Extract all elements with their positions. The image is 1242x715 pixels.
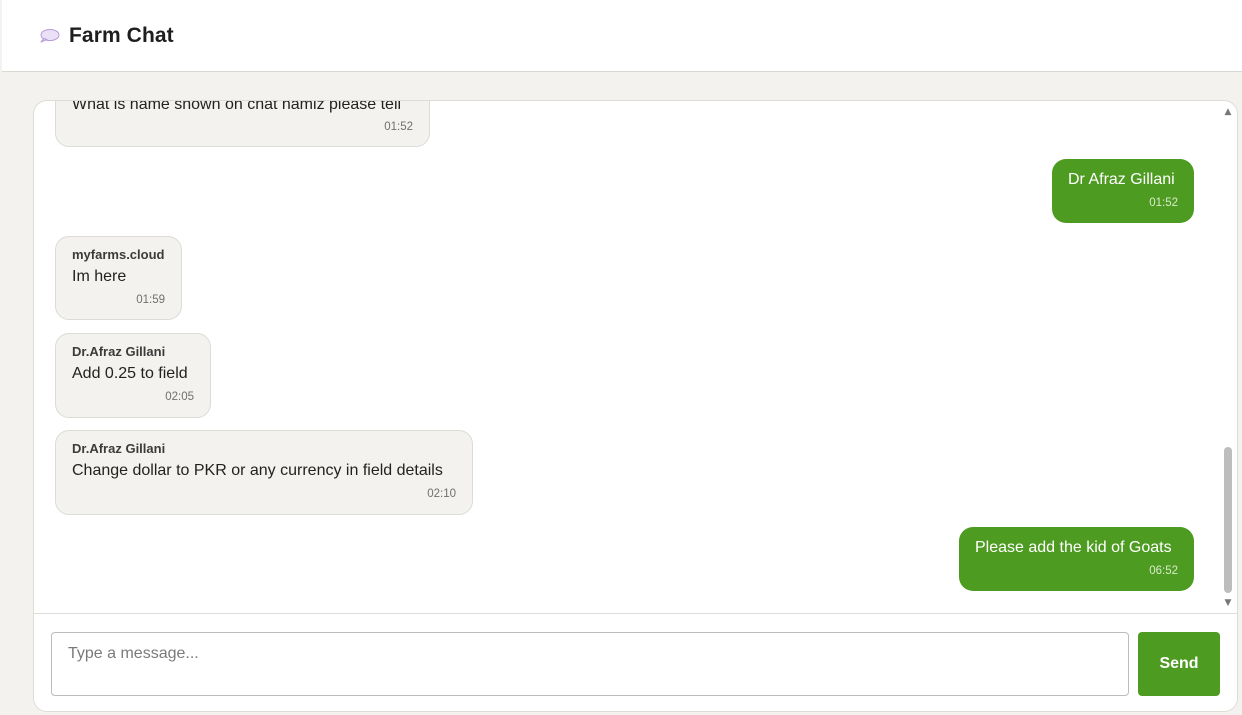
message-time: 06:52	[1149, 565, 1178, 577]
message-time: 02:05	[165, 391, 194, 403]
message-incoming: Dr.Afraz Gillani Change dollar to PKR or…	[55, 430, 473, 515]
message-time: 01:52	[384, 121, 413, 133]
message-incoming: Dr.Afraz Gillani Add 0.25 to field 02:05	[55, 333, 211, 418]
send-button[interactable]: Send	[1138, 632, 1220, 696]
message-sender: myfarms.cloud	[72, 247, 165, 262]
scroll-up-arrow-icon[interactable]: ▲	[1222, 107, 1234, 117]
app-title: Farm Chat	[69, 23, 174, 47]
message-input[interactable]	[51, 632, 1129, 696]
app-header: Farm Chat	[2, 0, 1242, 72]
message-outgoing: Please add the kid of Goats 06:52	[959, 527, 1194, 591]
message-text: Im here	[72, 268, 127, 285]
message-text: What is name shown on chat namiz please …	[72, 101, 402, 113]
message-text: Change dollar to PKR or any currency in …	[72, 462, 443, 479]
message-text: Please add the kid of Goats	[975, 539, 1172, 556]
message-time: 01:59	[136, 294, 165, 306]
speech-bubble-icon	[38, 28, 60, 44]
message-text: Add 0.25 to field	[72, 365, 188, 382]
message-text: Dr Afraz Gillani	[1068, 171, 1175, 188]
message-list[interactable]: What is name shown on chat namiz please …	[34, 101, 1237, 614]
message-time: 01:52	[1149, 197, 1178, 209]
message-sender: Dr.Afraz Gillani	[72, 441, 166, 456]
message-outgoing: Dr Afraz Gillani 01:52	[1052, 159, 1194, 223]
message-time: 02:10	[427, 488, 456, 500]
message-composer: Send	[34, 613, 1237, 711]
message-sender: Dr.Afraz Gillani	[72, 344, 166, 359]
message-scrollbar[interactable]: ▲ ▼	[1218, 101, 1237, 614]
scroll-down-arrow-icon[interactable]: ▼	[1222, 598, 1234, 608]
chat-panel: What is name shown on chat namiz please …	[33, 100, 1238, 712]
message-incoming: What is name shown on chat namiz please …	[55, 101, 430, 147]
message-incoming: myfarms.cloud Im here 01:59	[55, 236, 182, 320]
scrollbar-thumb[interactable]	[1224, 447, 1232, 593]
